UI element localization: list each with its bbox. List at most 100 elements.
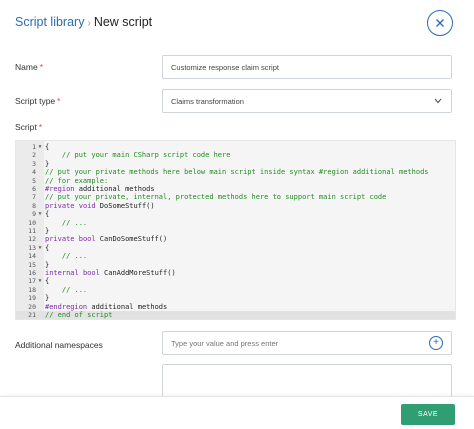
script-code-editor[interactable]: 1 ▼{2 // put your main CSharp script code…: [15, 140, 456, 320]
code-text: }: [45, 261, 49, 269]
script-type-select[interactable]: Claims transformation: [162, 89, 452, 113]
code-line[interactable]: 3}: [16, 160, 455, 168]
code-line[interactable]: 2 // put your main CSharp script code he…: [16, 151, 455, 159]
close-icon: [436, 19, 444, 27]
code-text: private void DoSomeStuff(): [45, 202, 155, 210]
code-text: // for example:: [45, 177, 108, 185]
fold-toggle-icon[interactable]: ▼: [37, 244, 43, 252]
code-line[interactable]: 5 // for example:: [16, 177, 455, 185]
line-number: 9: [32, 210, 36, 219]
script-type-label: Script type *: [15, 96, 60, 106]
code-line[interactable]: 18 // ...: [16, 286, 455, 294]
line-number: 18: [28, 285, 36, 294]
script-type-label-text: Script type: [15, 96, 56, 106]
code-line[interactable]: 4 // put your private methods here below …: [16, 168, 455, 176]
code-text: {: [45, 244, 49, 252]
code-text: // put your private, internal, protected…: [45, 193, 386, 201]
code-keyword: #endregion: [45, 302, 88, 311]
code-line[interactable]: 10 // ...: [16, 219, 455, 227]
breadcrumb-separator: ›: [87, 18, 91, 29]
code-line[interactable]: 14 // ...: [16, 252, 455, 260]
page-header: Script library › New script: [0, 0, 474, 50]
code-keyword: #region: [45, 185, 75, 193]
code-line[interactable]: 13 ▼{: [16, 244, 455, 252]
close-button[interactable]: [427, 10, 453, 36]
line-number: 14: [28, 252, 36, 261]
code-token: {: [45, 243, 50, 252]
script-label-text: Script: [15, 122, 37, 132]
line-number: 17: [28, 277, 36, 286]
code-line[interactable]: 15}: [16, 261, 455, 269]
code-keyword: bool: [78, 235, 96, 244]
code-text: // put your main CSharp script code here: [45, 151, 231, 160]
code-comment: // put your private methods here below m…: [45, 168, 429, 177]
code-token: additional methods: [74, 185, 155, 193]
code-line[interactable]: 16 internal bool CanAddMoreStuff(): [16, 269, 455, 277]
code-keyword: private: [45, 235, 75, 244]
code-token: {: [45, 210, 50, 219]
code-text: // ...: [45, 252, 87, 260]
code-keyword: internal: [45, 269, 79, 277]
code-token: CanDoSomeStuff(): [95, 235, 168, 244]
line-number: 21: [28, 311, 36, 319]
namespace-input[interactable]: [171, 338, 429, 348]
code-comment: // put your main CSharp script code here: [45, 151, 231, 160]
required-marker: *: [38, 122, 43, 132]
code-token: {: [45, 277, 50, 286]
code-line[interactable]: 19}: [16, 294, 455, 302]
code-token: additional methods: [87, 302, 168, 311]
code-line[interactable]: 12 private bool CanDoSomeStuff(): [16, 235, 455, 243]
code-text: // end of script: [45, 311, 112, 319]
code-token: }: [45, 260, 50, 269]
code-comment: // ...: [45, 252, 88, 261]
code-line[interactable]: 9 ▼{: [16, 210, 455, 218]
breadcrumb-script-library-link[interactable]: Script library: [15, 15, 84, 29]
line-number: 2: [32, 151, 36, 160]
code-token: DoSomeStuff(): [95, 201, 155, 210]
line-number: 6: [32, 185, 36, 193]
name-field[interactable]: Customize response claim script: [162, 55, 452, 79]
line-number: 10: [28, 218, 36, 227]
fold-toggle-icon[interactable]: ▼: [37, 210, 43, 218]
line-number: 4: [32, 168, 36, 177]
line-number: 5: [32, 176, 36, 185]
code-token: }: [45, 294, 50, 303]
fold-toggle-icon[interactable]: ▼: [37, 277, 43, 285]
code-comment: // end of script: [45, 311, 113, 319]
code-token: {: [45, 143, 50, 151]
breadcrumb: Script library › New script: [15, 14, 152, 32]
code-line[interactable]: 6 #region additional methods: [16, 185, 455, 193]
namespaces-list: [162, 364, 452, 396]
code-comment: // ...: [45, 285, 88, 294]
code-line[interactable]: 17 ▼{: [16, 277, 455, 285]
chevron-down-icon: [433, 96, 443, 106]
code-text: // ...: [45, 286, 87, 294]
line-number: 15: [28, 260, 36, 269]
namespace-input-box: +: [162, 331, 452, 355]
plus-circle-icon[interactable]: +: [429, 336, 443, 350]
line-number: 1: [32, 143, 36, 151]
line-number: 7: [32, 193, 36, 202]
code-line[interactable]: 8 private void DoSomeStuff(): [16, 202, 455, 210]
line-number: 12: [28, 235, 36, 244]
fold-toggle-icon[interactable]: ▼: [37, 143, 43, 151]
code-text: {: [45, 277, 49, 285]
code-text: }: [45, 294, 49, 302]
code-text: // ...: [45, 219, 87, 227]
code-line[interactable]: 21 // end of script: [16, 311, 455, 320]
line-number: 13: [28, 243, 36, 252]
save-button[interactable]: SAVE: [401, 404, 455, 425]
code-line[interactable]: 11}: [16, 227, 455, 235]
code-comment: // ...: [45, 218, 88, 227]
line-number: 8: [32, 201, 36, 210]
line-number: 19: [28, 294, 36, 303]
required-marker: *: [39, 62, 43, 72]
script-type-value: Claims transformation: [171, 96, 244, 106]
line-number: 20: [28, 302, 36, 311]
code-text: {: [45, 210, 49, 218]
code-text: }: [45, 227, 49, 235]
code-line[interactable]: 7 // put your private, internal, protecte…: [16, 193, 455, 201]
code-line[interactable]: 1 ▼{: [16, 143, 455, 151]
code-line[interactable]: 20 #endregion additional methods: [16, 303, 455, 311]
line-number: 11: [28, 227, 36, 235]
